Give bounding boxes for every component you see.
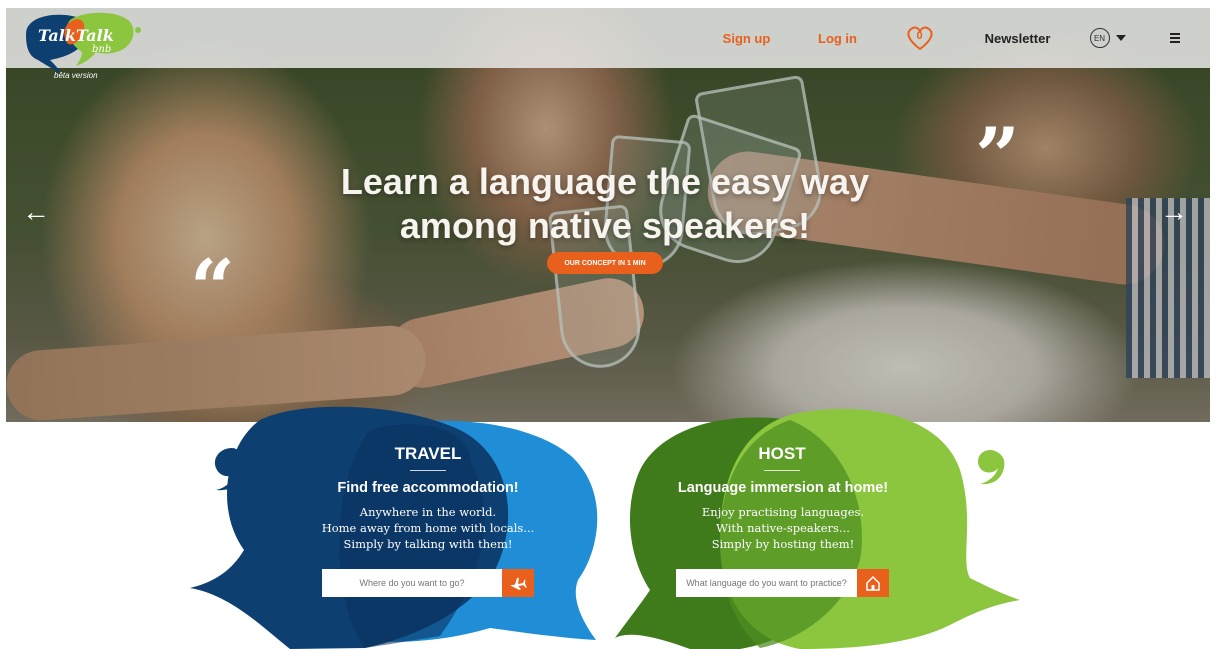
host-title: HOST: [758, 444, 806, 463]
host-subtitle: Language immersion at home!: [677, 480, 889, 496]
headline-line2: among native speakers!: [399, 205, 811, 246]
signup-link[interactable]: Sign up: [698, 8, 794, 68]
travel-search-button[interactable]: [502, 569, 534, 597]
logo-version: bêta version: [54, 71, 98, 80]
host-divider: [764, 470, 800, 471]
menu-button[interactable]: [1138, 8, 1210, 68]
travel-line1: Anywhere in the world.: [359, 505, 497, 519]
nav-items: Sign up Log in 0 Newsletter EN: [698, 8, 1210, 68]
logo-sub: bnb: [92, 44, 111, 55]
favorites-count: 0: [916, 30, 923, 42]
headline-line1: Learn a language the easy way: [340, 161, 870, 202]
concept-video-button[interactable]: OUR CONCEPT IN 1 MIN: [547, 252, 663, 274]
hero-headline: Learn a language the easy way among nati…: [230, 160, 980, 248]
host-search: [676, 569, 889, 597]
globe-icon: EN: [1089, 28, 1110, 48]
destination-input[interactable]: [322, 569, 502, 597]
travel-description: Anywhere in the world. Home away from ho…: [298, 504, 558, 552]
language-selector[interactable]: EN: [1076, 8, 1138, 68]
menu-icon: [1169, 31, 1180, 45]
page: Sign up Log in 0 Newsletter EN TalkTalk …: [0, 0, 1216, 649]
chevron-down-icon: [1115, 35, 1126, 41]
host-line1: Enjoy practising languages.: [701, 505, 865, 519]
newsletter-link[interactable]: Newsletter: [958, 8, 1076, 68]
language-input[interactable]: [676, 569, 857, 597]
travel-search: [322, 569, 534, 597]
logo-title: TalkTalk: [38, 26, 114, 45]
heart-icon: 0: [906, 25, 934, 51]
login-link[interactable]: Log in: [794, 8, 880, 68]
arrow-right-icon[interactable]: →: [1160, 196, 1188, 228]
travel-title: TRAVEL: [394, 444, 462, 463]
host-line3: Simply by hosting them!: [711, 537, 855, 551]
travel-line3: Simply by talking with them!: [343, 537, 513, 551]
host-search-button[interactable]: [857, 569, 889, 597]
logo[interactable]: TalkTalk bnb bêta version: [20, 8, 142, 80]
travel-line2: Home away from home with locals...: [321, 521, 535, 535]
host-quote-mark: [978, 450, 1005, 485]
travel-divider: [410, 470, 446, 471]
top-navbar: Sign up Log in 0 Newsletter EN: [6, 8, 1210, 68]
favorites-button[interactable]: 0: [880, 8, 958, 68]
house-icon: [866, 575, 880, 591]
quote-open-icon: “: [190, 243, 235, 334]
plane-icon: [510, 577, 527, 590]
speech-bubbles-section: TRAVEL Find free accommodation! Anywhere…: [0, 400, 1216, 649]
host-description: Enjoy practising languages. With native-…: [652, 504, 914, 552]
quote-close-icon: ”: [975, 111, 1020, 202]
travel-subtitle: Find free accommodation!: [337, 480, 519, 496]
host-line2: With native-speakers...: [716, 521, 850, 535]
arrow-left-icon[interactable]: ←: [22, 196, 50, 228]
